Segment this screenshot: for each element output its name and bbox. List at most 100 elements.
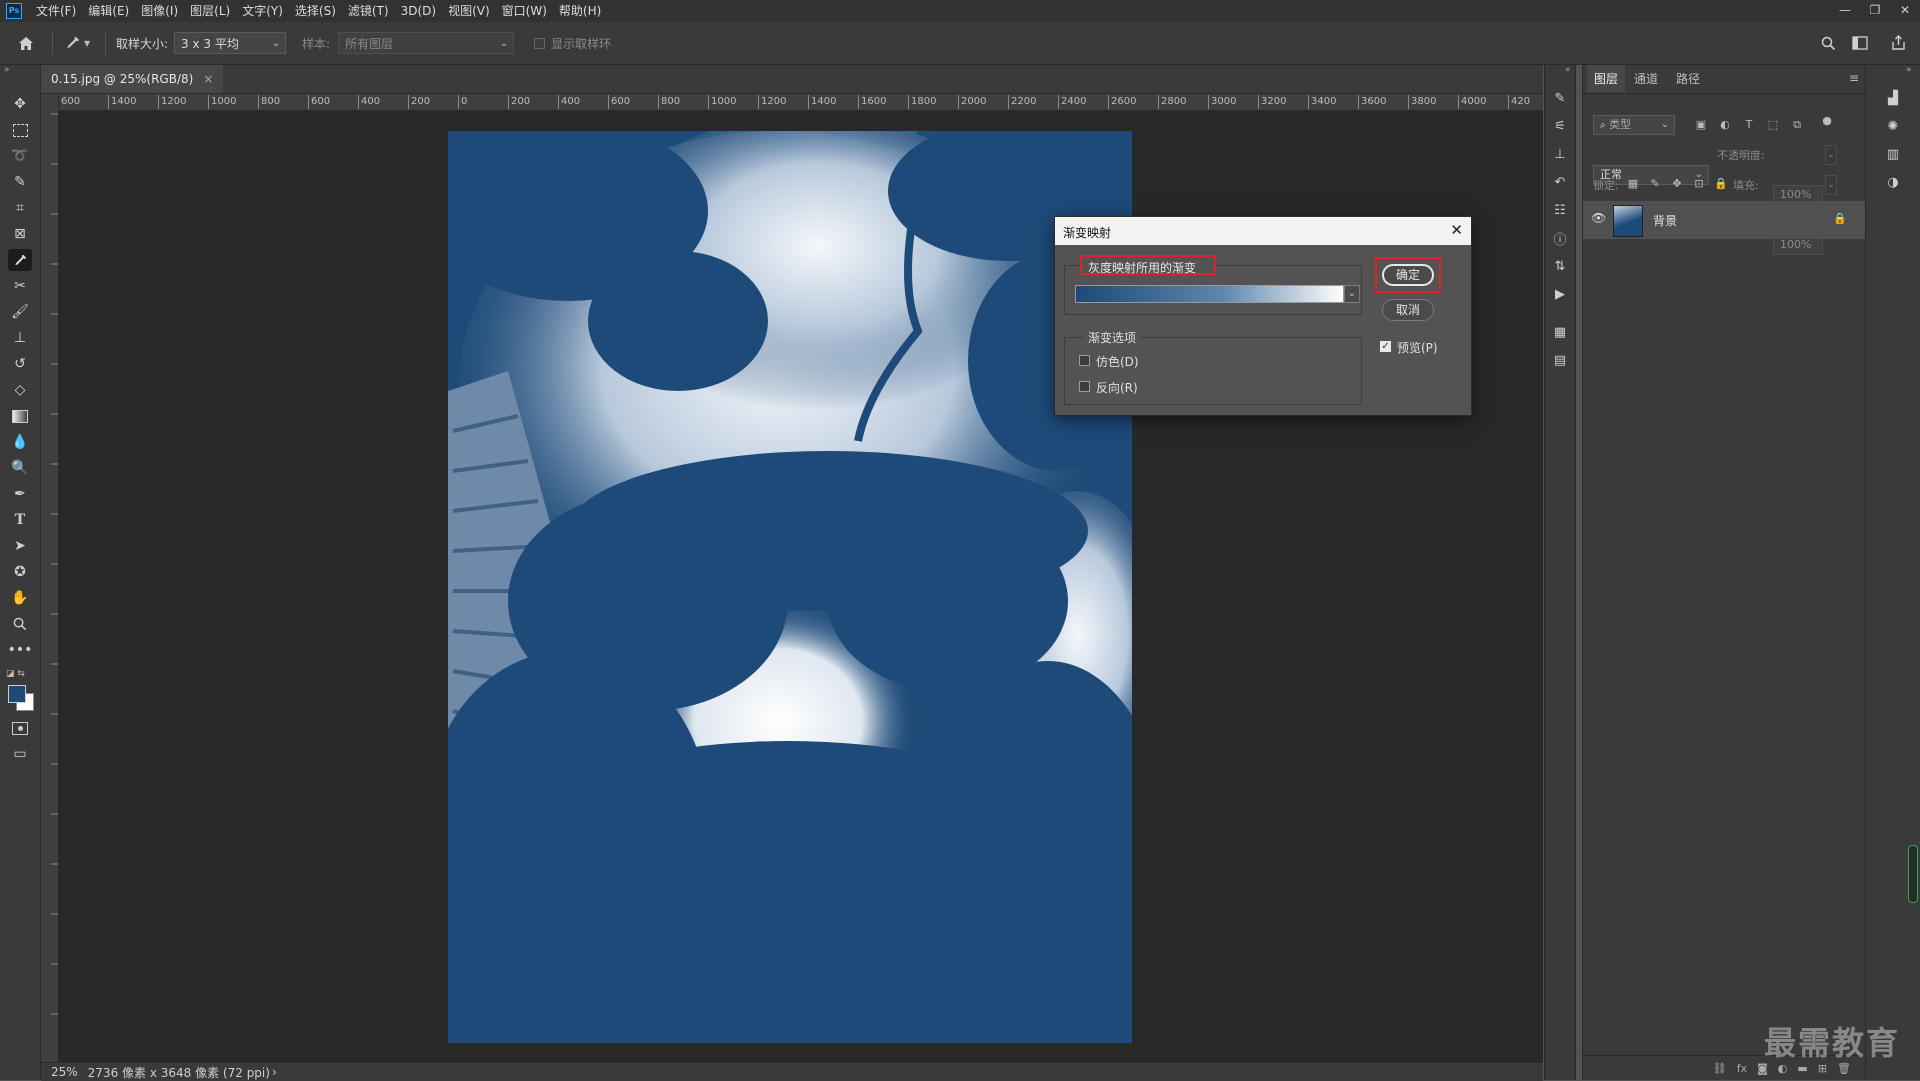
panel-menu-icon[interactable]: ≡	[1849, 71, 1859, 85]
close-tab-icon[interactable]: ×	[203, 72, 213, 86]
quick-selection-tool-icon[interactable]: ✎	[8, 171, 32, 193]
frame-tool-icon[interactable]: ⊠	[8, 223, 32, 245]
lock-transparent-icon[interactable]: ▦	[1625, 176, 1641, 192]
notes-icon[interactable]: ▤	[1549, 349, 1571, 371]
brush-tool-icon[interactable]: 🖌	[8, 301, 32, 323]
document-image[interactable]	[448, 131, 1132, 1043]
layer-style-icon[interactable]: fx	[1737, 1062, 1747, 1075]
clone-source-icon[interactable]: ⊥	[1549, 143, 1571, 165]
swap-colors-icon[interactable]: ◪ ⇆	[6, 669, 25, 679]
scroll-indicator[interactable]	[1908, 845, 1918, 903]
filter-pixel-icon[interactable]: ▣	[1693, 117, 1709, 133]
opacity-slider-toggle[interactable]: ⌄	[1825, 145, 1837, 165]
filter-type-icon[interactable]: T	[1741, 117, 1757, 133]
fill-slider-toggle[interactable]: ⌄	[1825, 175, 1837, 195]
properties-icon[interactable]: ☷	[1549, 199, 1571, 221]
layer-row[interactable]: 👁 背景 🔒	[1583, 201, 1865, 239]
preview-checkbox[interactable]: ✓	[1380, 341, 1391, 352]
gradient-preview[interactable]	[1075, 285, 1344, 303]
screen-mode-icon[interactable]: ▭	[8, 743, 32, 765]
dialog-close-icon[interactable]: ✕	[1450, 221, 1463, 239]
type-tool-icon[interactable]: T	[8, 509, 32, 531]
zoom-tool-icon[interactable]	[8, 613, 32, 635]
filter-smart-object-icon[interactable]: ⧉	[1789, 117, 1805, 133]
blur-tool-icon[interactable]: 💧	[8, 431, 32, 453]
expand-panels-icon[interactable]: »	[1906, 65, 1912, 75]
ok-button[interactable]: 确定	[1382, 264, 1434, 286]
menu-file[interactable]: 文件(F)	[30, 0, 82, 22]
history-icon[interactable]: ↶	[1549, 171, 1571, 193]
menu-image[interactable]: 图像(I)	[135, 0, 184, 22]
lock-image-icon[interactable]: ✎	[1647, 176, 1663, 192]
layer-filter-select[interactable]: ⌕ 类型 ⌄	[1593, 115, 1675, 135]
lock-position-icon[interactable]: ✥	[1669, 176, 1685, 192]
workspace-icon[interactable]	[1848, 31, 1872, 55]
dodge-tool-icon[interactable]: 🔍	[8, 457, 32, 479]
link-layers-icon[interactable]: ⛓	[1713, 1062, 1727, 1075]
move-tool-icon[interactable]: ✥	[8, 93, 32, 115]
filter-adjustment-icon[interactable]: ◐	[1717, 117, 1733, 133]
eyedropper-tool-icon[interactable]	[8, 249, 32, 271]
cancel-button[interactable]: 取消	[1382, 299, 1434, 321]
reverse-checkbox[interactable]	[1079, 381, 1090, 392]
gradient-tool-icon[interactable]	[8, 405, 32, 427]
dither-checkbox[interactable]	[1079, 355, 1090, 366]
menu-filter[interactable]: 滤镜(T)	[342, 0, 395, 22]
path-selection-tool-icon[interactable]: ➤	[8, 535, 32, 557]
lock-artboard-icon[interactable]: ⊡	[1691, 176, 1707, 192]
minimize-icon[interactable]: —	[1830, 0, 1860, 22]
zoom-level[interactable]: 25%	[51, 1065, 78, 1079]
menu-edit[interactable]: 编辑(E)	[82, 0, 135, 22]
history-brush-tool-icon[interactable]: ↺	[8, 353, 32, 375]
lock-all-icon[interactable]: 🔒	[1713, 176, 1729, 192]
menu-layer[interactable]: 图层(L)	[184, 0, 236, 22]
collapse-toolbar-icon[interactable]: »	[4, 65, 10, 75]
more-tools-icon[interactable]: •••	[8, 639, 33, 661]
tab-paths[interactable]: 路径	[1669, 65, 1707, 93]
tab-layers[interactable]: 图层	[1587, 65, 1626, 93]
filter-toggle-icon[interactable]: ●	[1819, 113, 1835, 129]
document-tab[interactable]: 0.15.jpg @ 25%(RGB/8) ×	[41, 65, 224, 93]
eraser-tool-icon[interactable]: ◇	[8, 379, 32, 401]
menu-help[interactable]: 帮助(H)	[553, 0, 607, 22]
tab-channels[interactable]: 通道	[1627, 65, 1665, 93]
menu-select[interactable]: 选择(S)	[289, 0, 342, 22]
lasso-tool-icon[interactable]: ➰	[8, 145, 32, 167]
layer-name[interactable]: 背景	[1653, 212, 1677, 229]
share-icon[interactable]	[1886, 31, 1910, 55]
healing-brush-tool-icon[interactable]: ✂	[8, 275, 32, 297]
foreground-color-swatch[interactable]	[8, 685, 26, 703]
gradient-picker-dropdown[interactable]: ⌄	[1344, 285, 1360, 303]
color-icon[interactable]: ▥	[1882, 143, 1904, 165]
adjustments-icon[interactable]: ⚟	[1549, 115, 1571, 137]
menu-type[interactable]: 文字(Y)	[236, 0, 289, 22]
menu-3d[interactable]: 3D(D)	[395, 0, 442, 22]
brush-settings-icon[interactable]: ✎	[1549, 87, 1571, 109]
marquee-tool-icon[interactable]	[8, 119, 32, 141]
visibility-eye-icon[interactable]: 👁	[1591, 211, 1606, 225]
shape-tool-icon[interactable]: ✪	[8, 561, 32, 583]
home-icon[interactable]	[14, 31, 38, 55]
pen-tool-icon[interactable]: ✒	[8, 483, 32, 505]
sample-size-select[interactable]: 3 x 3 平均 ⌄	[174, 32, 287, 54]
styles-icon[interactable]: ◑	[1882, 171, 1904, 193]
swatches-icon[interactable]: ⇅	[1549, 255, 1571, 277]
close-window-icon[interactable]: ✕	[1890, 0, 1920, 22]
restore-icon[interactable]: ❐	[1860, 0, 1890, 22]
filter-shape-icon[interactable]: ⬚	[1765, 117, 1781, 133]
crop-tool-icon[interactable]: ⌗	[8, 197, 32, 219]
status-menu-caret[interactable]: ›	[272, 1065, 277, 1079]
sample-select[interactable]: 所有图层 ⌄	[338, 32, 515, 54]
libraries-icon[interactable]: ▦	[1549, 321, 1571, 343]
menu-view[interactable]: 视图(V)	[442, 0, 496, 22]
hand-tool-icon[interactable]: ✋	[8, 587, 32, 609]
search-icon[interactable]	[1816, 31, 1840, 55]
quick-mask-icon[interactable]	[8, 717, 32, 739]
menu-window[interactable]: 窗口(W)	[496, 0, 553, 22]
eyedropper-preset-icon[interactable]: ▼	[65, 31, 99, 55]
show-sampling-ring-checkbox[interactable]	[534, 37, 546, 49]
info-icon[interactable]: ⓘ	[1549, 227, 1571, 249]
histogram-icon[interactable]: ▟	[1882, 87, 1904, 109]
navigator-icon[interactable]: ✺	[1882, 115, 1904, 137]
collapse-strip-icon[interactable]: «	[1565, 65, 1571, 75]
